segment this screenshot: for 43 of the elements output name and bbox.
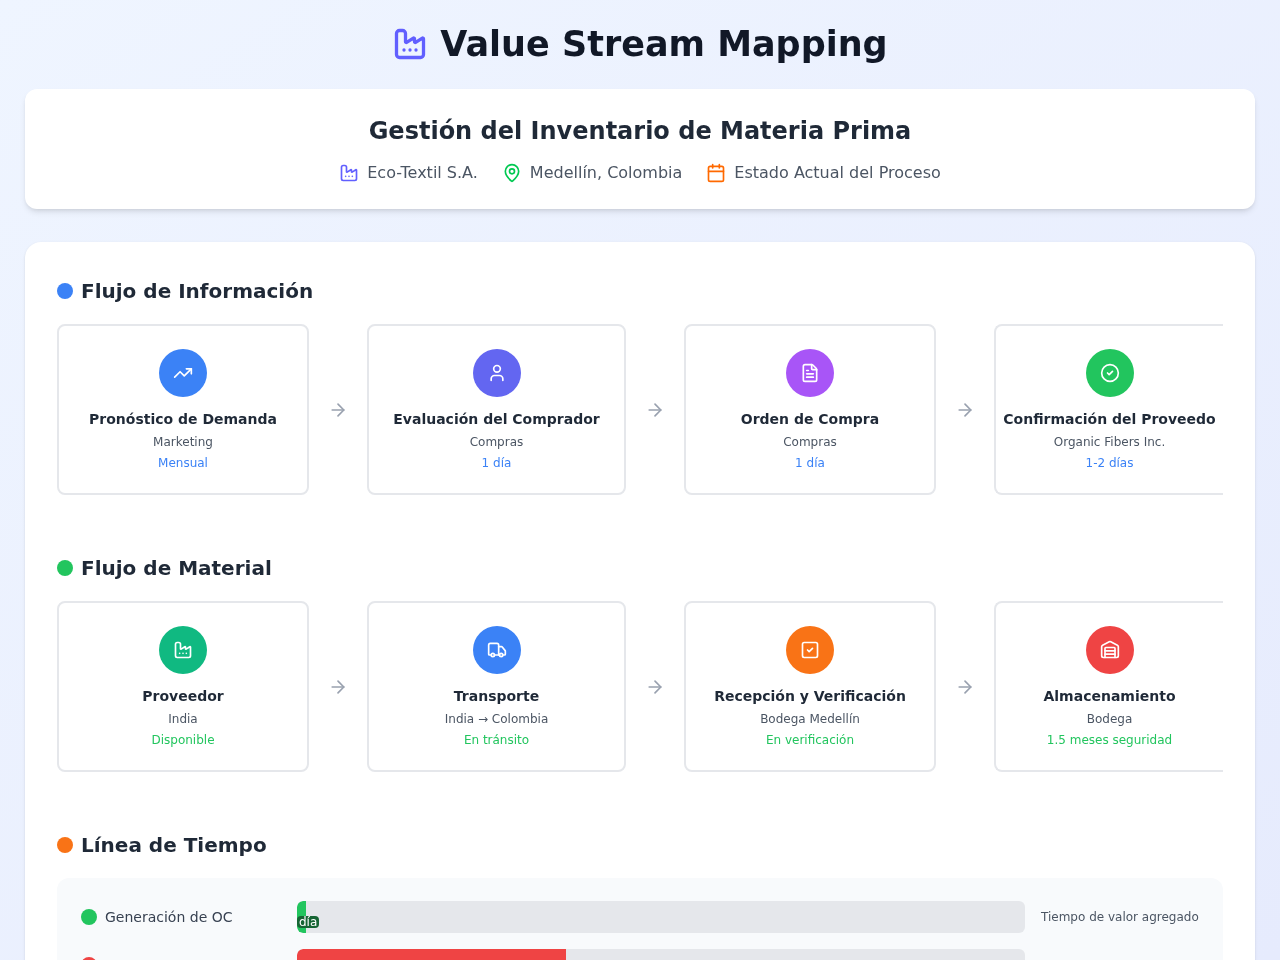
step-detail: En verificación [765, 732, 855, 749]
step-detail: Disponible [151, 732, 215, 749]
step-detail: 1 día [795, 455, 825, 472]
step-title: Orden de Compra [740, 410, 880, 429]
step-detail: En tránsito [463, 732, 530, 749]
check-circle-icon [1099, 363, 1120, 383]
timeline-note: Tiempo de valor agregado [1041, 909, 1199, 926]
step-subtitle: India → Colombia [444, 711, 549, 728]
meta-text: Medellín, Colombia [529, 162, 683, 184]
step-title: Proveedor [142, 687, 224, 706]
section-title: Línea de Tiempo [81, 832, 267, 859]
step-title: Evaluación del Comprador [393, 410, 600, 429]
step-subtitle: Compras [783, 434, 837, 451]
section-title: Flujo de Información [81, 278, 314, 305]
timeline-label: Generación de OC [105, 907, 233, 927]
step-detail: 1-2 días [1085, 455, 1134, 472]
factory-icon [339, 163, 360, 183]
truck-icon [486, 640, 507, 660]
step-subtitle: Bodega Medellín [760, 711, 860, 728]
step-detail: Mensual [158, 455, 208, 472]
step-subtitle: Bodega [1086, 711, 1133, 728]
step-title: Recepción y Verificación [714, 687, 906, 706]
step-detail: 1.5 meses seguridad [1046, 732, 1173, 749]
step-subtitle: Compras [469, 434, 524, 451]
bar-label: día [297, 916, 320, 928]
checkbox-icon [800, 640, 820, 660]
step-detail: 1 día [481, 455, 512, 472]
meta-text: Estado Actual del Proceso [734, 162, 941, 184]
factory-icon [173, 640, 193, 660]
meta-text: Eco-Textil S.A. [367, 162, 478, 184]
process-title: Gestión del Inventario de Materia Prima [368, 116, 912, 147]
step-title: Transporte [453, 687, 540, 706]
page-title: Value Stream Mapping [440, 22, 888, 66]
step-title: Confirmación del Proveedo [1003, 410, 1216, 429]
section-title: Flujo de Material [81, 555, 272, 582]
document-icon [800, 363, 820, 383]
warehouse-icon [1099, 640, 1120, 660]
step-subtitle: India [168, 711, 198, 728]
step-title: Pronóstico de Demanda [89, 410, 277, 429]
calendar-icon [706, 163, 727, 183]
step-title: Almacenamiento [1043, 687, 1176, 706]
step-subtitle: Organic Fibers Inc. [1053, 434, 1166, 451]
step-subtitle: Marketing [153, 434, 213, 451]
